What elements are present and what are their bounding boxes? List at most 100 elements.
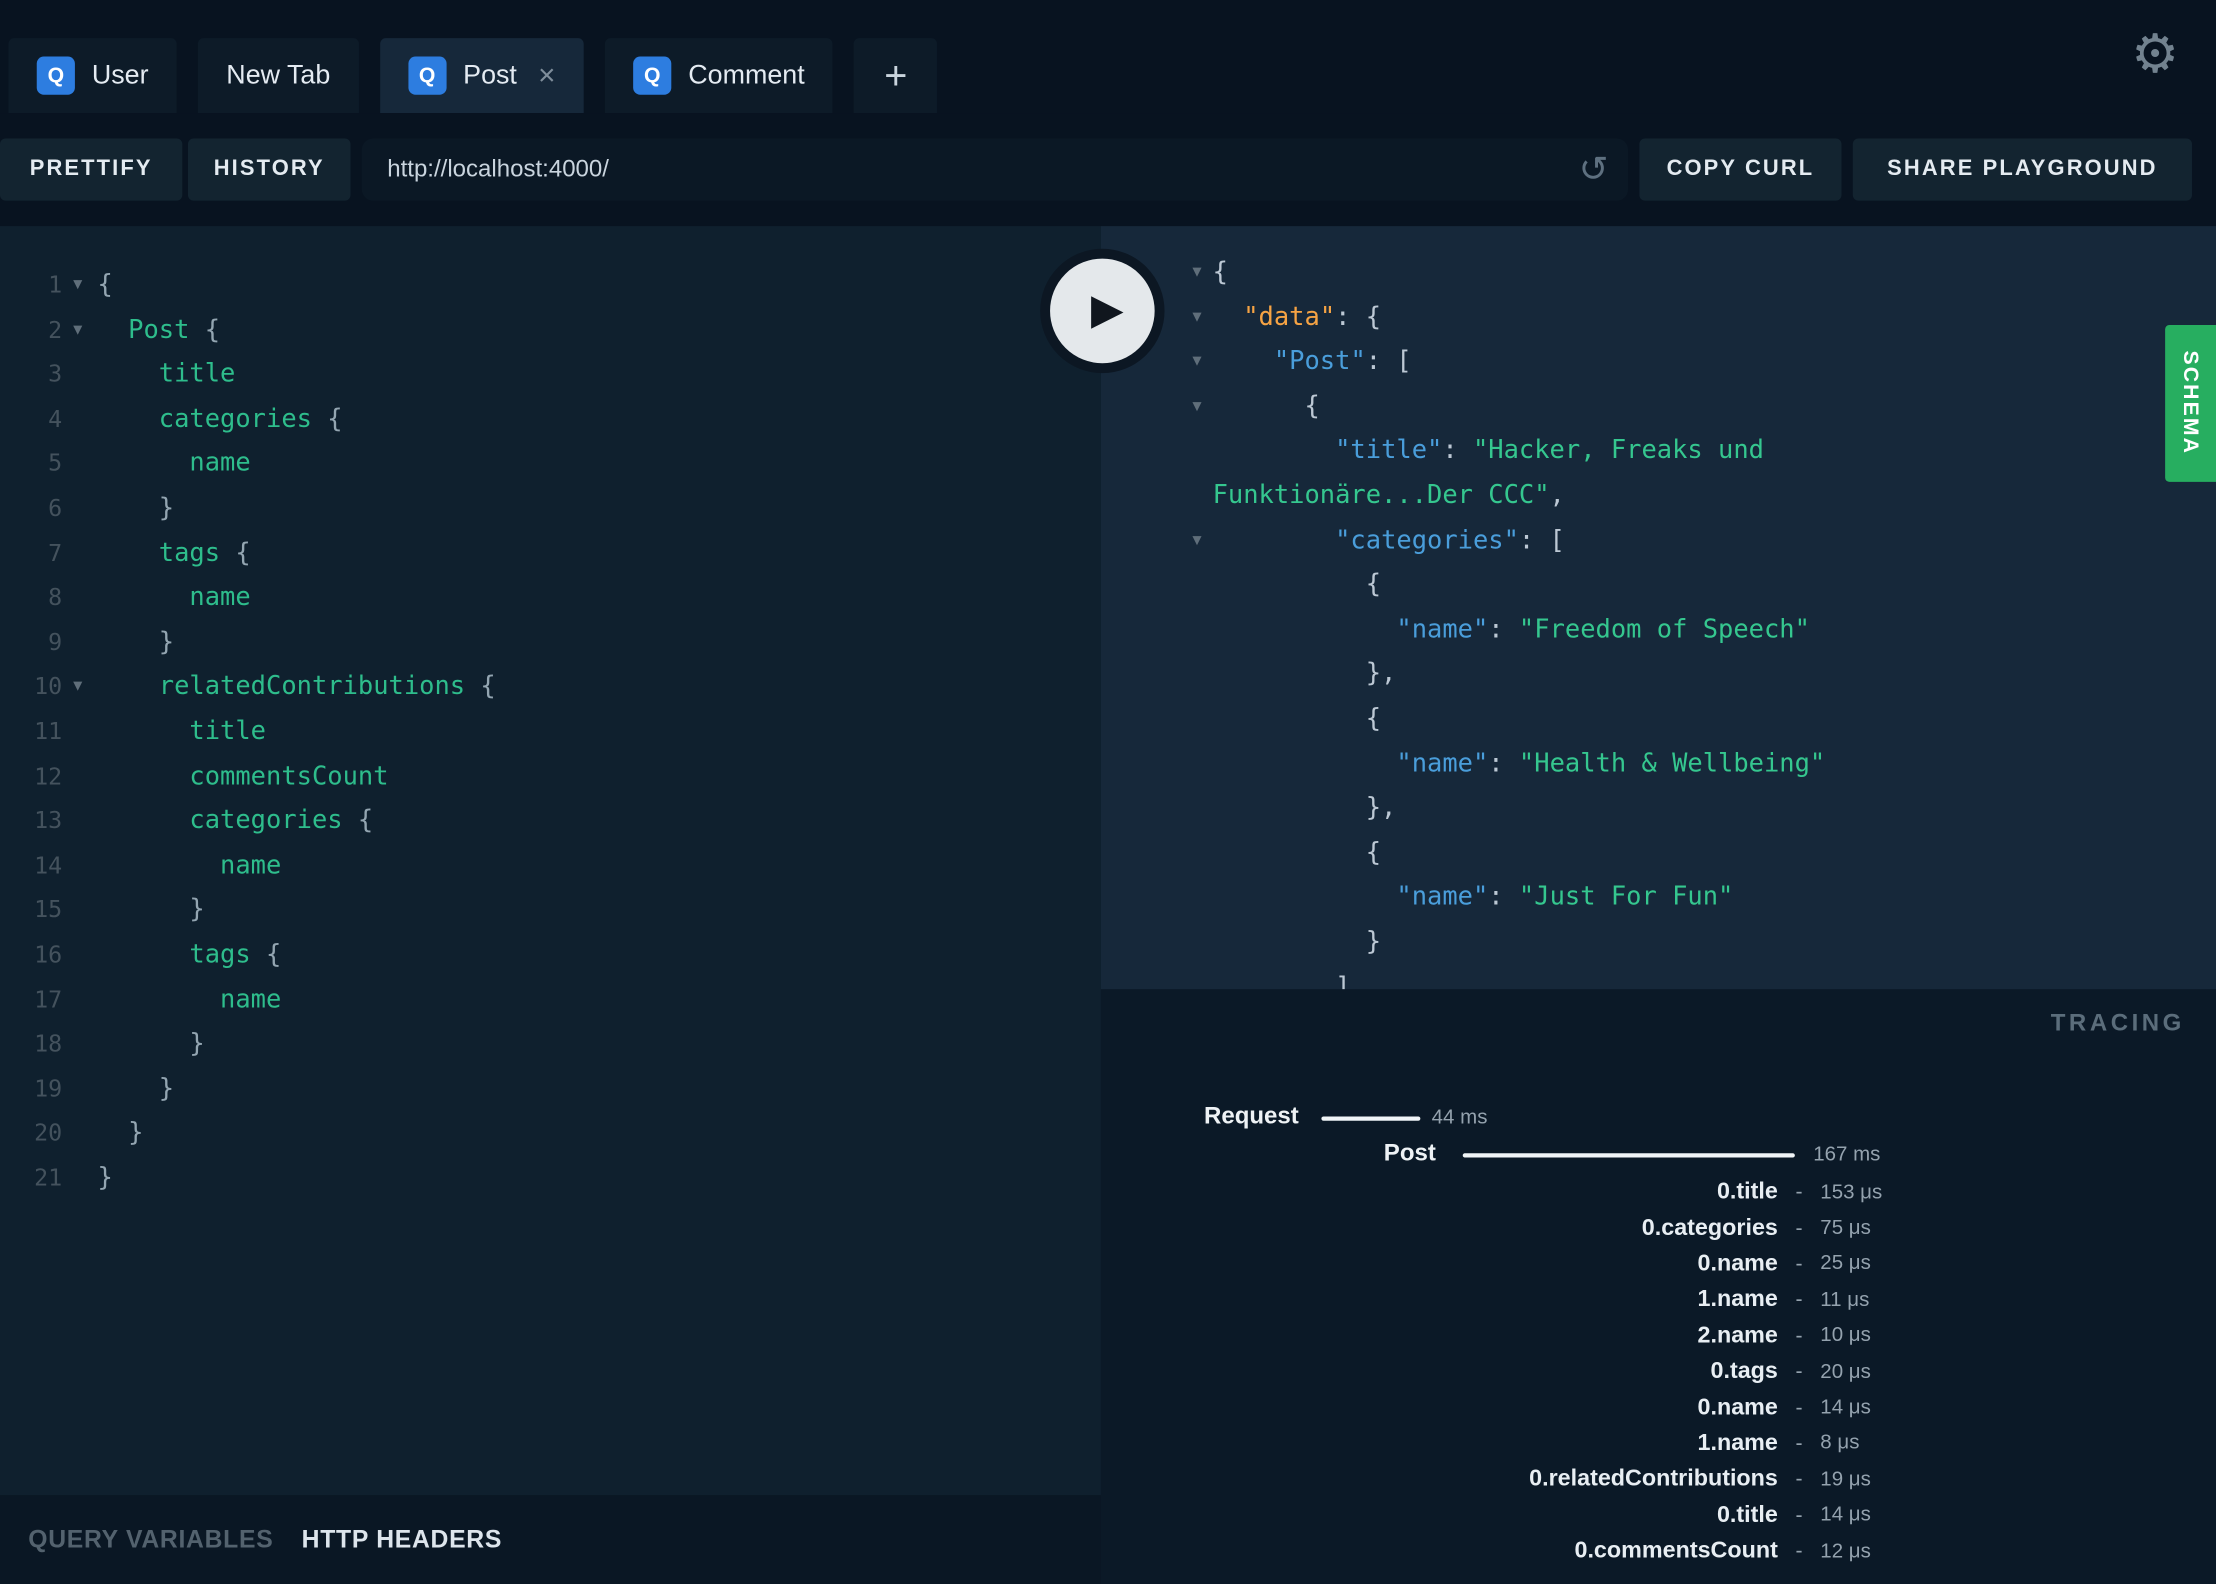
graphql-playground: Q User New Tab Q Post × Q Comment + ⚙ PR…	[0, 0, 2216, 1584]
fold-arrow-icon[interactable]: ▾	[1186, 339, 1209, 384]
tab-comment[interactable]: Q Comment	[604, 38, 833, 114]
fold-arrow-icon	[62, 933, 93, 978]
copy-curl-button[interactable]: COPY CURL	[1639, 138, 1842, 201]
trace-label: 1.name	[1697, 1430, 1778, 1456]
trace-label: 2.name	[1697, 1322, 1778, 1348]
line-number: 19	[34, 1075, 63, 1102]
code-text: tags {	[158, 537, 251, 568]
trace-value: 12 μs	[1820, 1539, 1871, 1563]
tab-new-tab[interactable]: New Tab	[198, 38, 359, 114]
trace-span-bar	[1462, 1153, 1795, 1157]
tab-label: Post	[463, 60, 517, 90]
settings-gear-icon[interactable]: ⚙	[2131, 28, 2179, 82]
trace-value: 11 μs	[1820, 1288, 1870, 1312]
query-line: 4 categories {	[0, 397, 1101, 442]
endpoint-input-wrap: ↺	[361, 138, 1629, 201]
fold-arrow-icon[interactable]: ▾	[1186, 518, 1209, 563]
trace-row: 0.tags -20 μs	[1101, 1354, 1921, 1390]
code-text: name	[220, 850, 282, 881]
trace-dash: -	[1795, 1180, 1803, 1205]
trace-label: 0.title	[1716, 1501, 1778, 1528]
line-number: 1	[48, 271, 63, 299]
code-text: {	[97, 269, 113, 300]
fold-arrow-icon	[62, 352, 93, 397]
http-headers-tab[interactable]: HTTP HEADERS	[302, 1525, 502, 1555]
fold-arrow-icon	[62, 441, 93, 486]
trace-label: 0.title	[1716, 1178, 1778, 1205]
line-number: 9	[48, 628, 63, 656]
fold-arrow-icon	[62, 575, 93, 620]
fold-arrow-icon	[62, 709, 93, 754]
trace-value: 75 μs	[1820, 1216, 1871, 1240]
trace-row: 0.commentsCount -12 μs	[1101, 1533, 1921, 1569]
trace-label: 0.relatedContributions	[1529, 1466, 1778, 1492]
code-text: title	[189, 716, 267, 747]
trace-dash: -	[1795, 1467, 1803, 1492]
query-editor[interactable]: 1 ▾{2 ▾ Post {3 title 4 categories {5 name 6…	[0, 226, 1101, 1496]
line-number: 21	[34, 1164, 63, 1192]
fold-arrow-icon	[62, 1067, 93, 1112]
reload-icon[interactable]: ↺	[1579, 148, 1609, 190]
code-text: },	[1212, 793, 1397, 823]
fold-arrow-icon[interactable]: ▾	[62, 263, 93, 308]
code-text: name	[220, 984, 282, 1015]
schema-tab[interactable]: SCHEMA	[2165, 325, 2216, 482]
trace-label: 0.commentsCount	[1574, 1537, 1778, 1564]
endpoint-input[interactable]	[361, 138, 1629, 201]
fold-arrow-icon	[62, 486, 93, 531]
new-tab-button[interactable]: +	[854, 38, 938, 114]
fold-arrow-icon[interactable]: ▾	[1186, 384, 1209, 429]
tab-post[interactable]: Q Post ×	[379, 38, 584, 114]
query-line: 3 title	[0, 352, 1101, 397]
fold-arrow-icon[interactable]: ▾	[62, 308, 93, 353]
prettify-button[interactable]: PRETTIFY	[0, 138, 183, 201]
fold-arrow-icon[interactable]: ▾	[1186, 250, 1209, 295]
trace-value: 10 μs	[1820, 1324, 1871, 1348]
fold-arrow-icon	[1186, 875, 1209, 920]
fold-arrow-icon	[62, 531, 93, 576]
trace-span-label: Request	[1203, 1102, 1299, 1130]
code-text: Funktionäre...Der CCC",	[1212, 480, 1565, 511]
fold-arrow-icon	[1186, 607, 1209, 652]
toolbar: PRETTIFY HISTORY ↺ COPY CURL SHARE PLAYG…	[0, 113, 2216, 227]
tab-user[interactable]: Q User	[8, 38, 177, 114]
query-line: 14 name	[0, 843, 1101, 888]
trace-value: 14 μs	[1820, 1396, 1871, 1419]
fold-arrow-icon[interactable]: ▾	[62, 665, 93, 710]
trace-row: 0.name -25 μs	[1101, 1246, 1921, 1282]
code-text: commentsCount	[189, 761, 389, 791]
code-text: }	[97, 1028, 205, 1059]
tab-label: User	[91, 60, 149, 90]
trace-dash: -	[1795, 1503, 1803, 1528]
line-number: 10	[34, 673, 63, 701]
code-text: ]	[1212, 971, 1351, 990]
tracing-title: TRACING	[2050, 1009, 2185, 1036]
trace-label: 1.name	[1697, 1286, 1778, 1313]
trace-row: 1.name -11 μs	[1101, 1282, 1921, 1318]
close-icon[interactable]: ×	[538, 61, 555, 91]
execute-button[interactable]: ▶	[1040, 248, 1165, 374]
code-text: }	[97, 627, 175, 657]
fold-arrow-icon	[62, 977, 93, 1022]
result-line: "name": "Health & Wellbeing"	[1101, 741, 2216, 786]
trace-dash: -	[1795, 1539, 1803, 1564]
line-number: 16	[34, 941, 63, 968]
trace-value: 8 μs	[1820, 1432, 1860, 1455]
query-line: 10 ▾ relatedContributions {	[0, 665, 1101, 710]
query-badge-icon: Q	[408, 56, 447, 95]
fold-arrow-icon	[62, 1156, 93, 1201]
query-variables-tab[interactable]: QUERY VARIABLES	[28, 1525, 273, 1555]
trace-row: 1.name -8 μs	[1101, 1426, 1921, 1462]
history-button[interactable]: HISTORY	[187, 138, 351, 201]
share-playground-button[interactable]: SHARE PLAYGROUND	[1852, 138, 2192, 201]
fold-arrow-icon	[1186, 786, 1209, 831]
code-text: name	[189, 448, 251, 479]
trace-row: 2.name -10 μs	[1101, 1318, 1921, 1354]
trace-span-label: Post	[1383, 1139, 1436, 1166]
line-number: 18	[34, 1030, 63, 1058]
line-number: 12	[34, 762, 63, 790]
fold-arrow-icon[interactable]: ▾	[1186, 295, 1209, 340]
trace-label: 0.name	[1697, 1394, 1778, 1420]
response-viewer: ▾{▾ "data": {▾ "Post": [▾ { "title": "Ha…	[1100, 226, 2216, 990]
trace-span-value: 44 ms	[1431, 1106, 1488, 1130]
